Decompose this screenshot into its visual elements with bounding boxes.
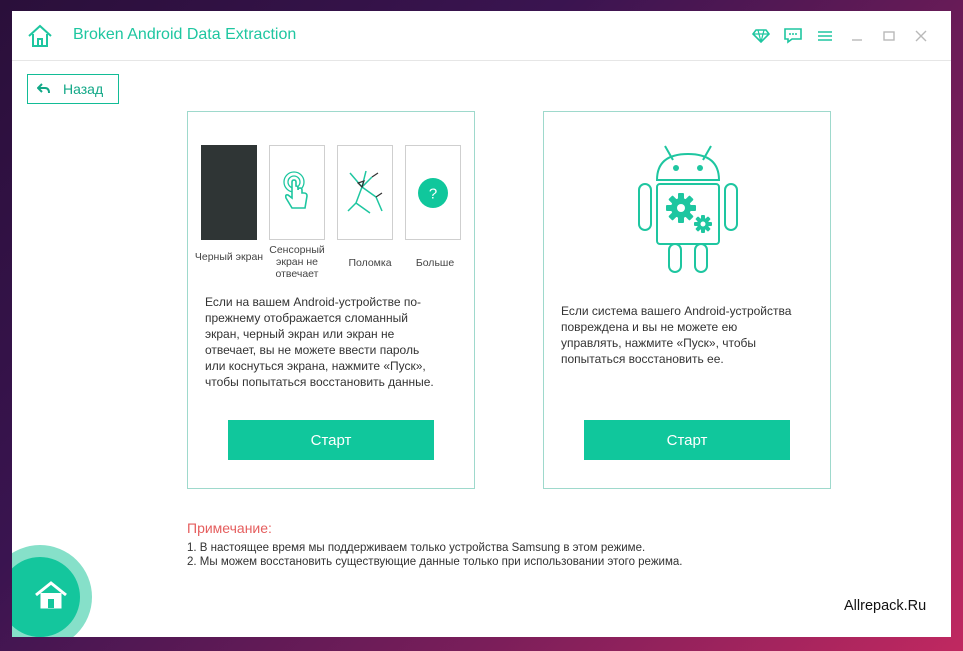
description-line: или коснуться экрана, нажмите «Пуск»,	[205, 359, 426, 373]
broken-screen-icon	[347, 170, 383, 214]
start-button-right[interactable]: Старт	[584, 420, 790, 460]
feedback-icon[interactable]	[777, 25, 809, 47]
thumbnail-label: Черный экран	[194, 251, 264, 263]
touch-icon	[283, 170, 308, 209]
app-title: Broken Android Data Extraction	[73, 26, 297, 43]
maximize-icon[interactable]	[873, 25, 905, 47]
description-line: попытаться восстановить ее.	[561, 352, 724, 366]
home-icon[interactable]	[26, 23, 54, 49]
description-line: Если на вашем Android-устройстве по-	[205, 295, 422, 309]
thumbnail-more[interactable]: ?	[405, 145, 461, 240]
question-icon: ?	[418, 177, 448, 208]
thumbnail-label: Поломка	[348, 257, 392, 269]
start-button-left[interactable]: Старт	[228, 420, 434, 460]
note-line: 2. Мы можем восстановить существующие да…	[187, 556, 683, 568]
watermark: Allrepack.Ru	[844, 598, 927, 614]
thumbnail-black-screen[interactable]	[201, 145, 257, 240]
note-title: Примечание:	[187, 520, 272, 536]
svg-text:?: ?	[429, 185, 437, 202]
description-line: прежнему отображается сломанный	[205, 311, 408, 325]
card-description: Если на вашем Android-устройстве по- пре…	[205, 294, 470, 390]
description-line: экран, черный экран или экран не	[205, 327, 395, 341]
thumbnail-label: Сенсорный экран не отвечает	[269, 244, 325, 280]
thumbnail-label: Больше	[415, 257, 455, 269]
thumbnail-broken-screen[interactable]	[337, 145, 393, 240]
description-line: чтобы попытаться восстановить данные.	[205, 375, 434, 389]
note-line: 1. В настоящее время мы поддерживаем тол…	[187, 542, 646, 554]
home-icon	[35, 581, 67, 609]
diamond-icon[interactable]	[745, 25, 777, 47]
description-line: отвечает, вы не можете ввести пароль	[205, 343, 420, 357]
menu-icon[interactable]	[809, 25, 841, 47]
thumbnail-touch-screen[interactable]	[269, 145, 325, 240]
android-settings-icon	[638, 145, 738, 273]
minimize-icon[interactable]	[841, 25, 873, 47]
app-window: Broken Android Data Extraction Назад ? Ч…	[12, 11, 951, 637]
description-line: управлять, нажмите «Пуск», чтобы	[561, 336, 757, 350]
window-controls	[745, 25, 937, 47]
description-line: Если система вашего Android-устройства	[561, 304, 792, 318]
card-description: Если система вашего Android-устройства п…	[561, 303, 826, 367]
back-arrow-icon	[37, 83, 50, 94]
system-damage-card: Если система вашего Android-устройства п…	[543, 111, 831, 489]
broken-screen-card: ? Черный экран Сенсорный экран не отвеча…	[187, 111, 475, 489]
close-icon[interactable]	[905, 25, 937, 47]
title-bar: Broken Android Data Extraction	[12, 11, 951, 61]
description-line: повреждена и вы не можете ею	[561, 320, 738, 334]
back-button[interactable]: Назад	[27, 74, 119, 104]
back-button-label: Назад	[63, 81, 104, 97]
